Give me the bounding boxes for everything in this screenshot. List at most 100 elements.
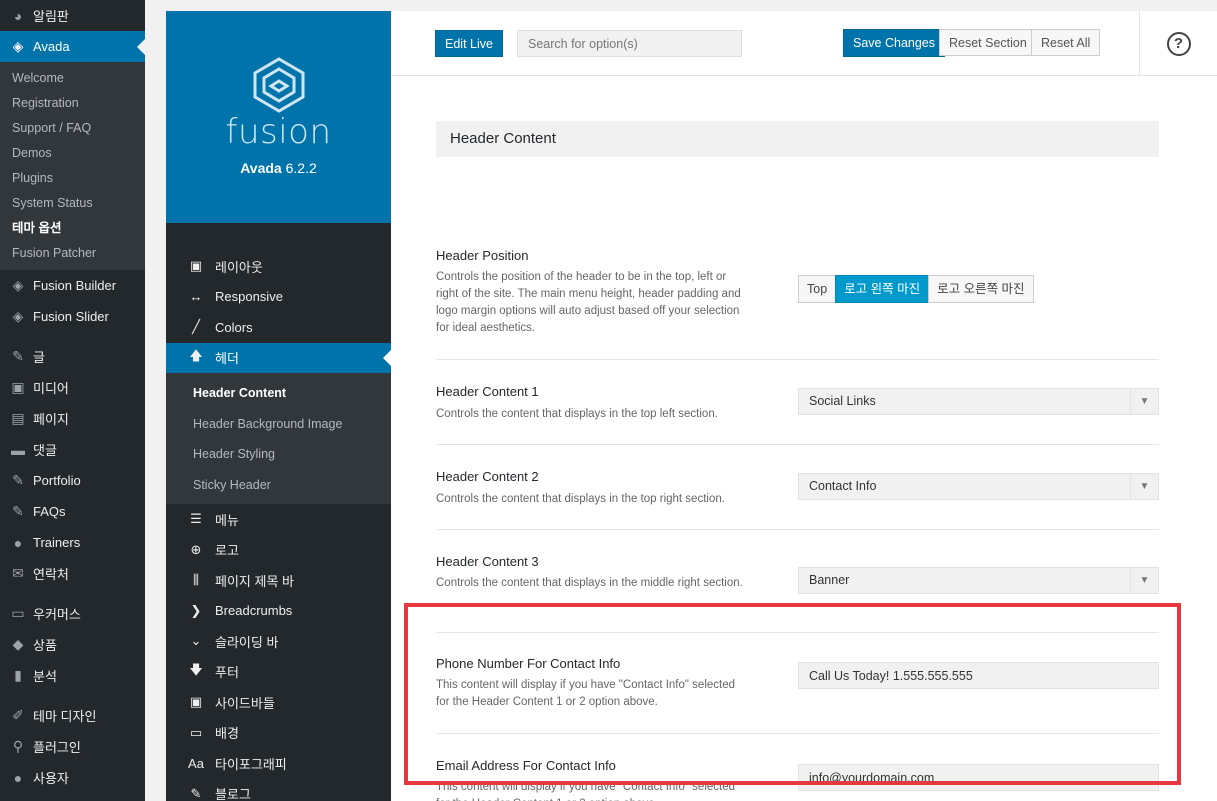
- menu-item-responsive[interactable]: ↔ Responsive: [166, 282, 391, 313]
- menu-item-item-wp-b1-0[interactable]: ✎ 글: [0, 341, 145, 372]
- menu-item-label: 사이드바들: [215, 695, 275, 711]
- submenu-item-header-background-image[interactable]: Header Background Image: [166, 409, 391, 440]
- plus-circle-icon: ⊕: [190, 541, 202, 557]
- wp-submenu-avada: Welcome Registration Support / FAQ Demos Plu…: [0, 62, 145, 270]
- typography-icon: Aa: [188, 755, 204, 771]
- option-description: This content will display if you have "C…: [436, 781, 736, 801]
- chevron-down-icon: ⌄: [190, 633, 202, 649]
- user-icon: ●: [13, 769, 23, 786]
- reset-section-button[interactable]: Reset Section: [939, 29, 1037, 56]
- menu-item-label: 타이포그래피: [215, 756, 287, 772]
- wp-menu-top: ◕ 알림판 ◈ Avada: [0, 0, 145, 62]
- arrow-down-icon: 🡇: [189, 661, 203, 677]
- menu-item-faqs[interactable]: ✎ FAQs: [0, 496, 145, 527]
- menu-item-label: 푸터: [215, 665, 239, 681]
- submenu-item-fusion-patcher[interactable]: Fusion Patcher: [0, 241, 145, 266]
- menu-item-item-wp-b3-0[interactable]: ✐ 테마 디자인: [0, 700, 145, 731]
- menu-item-item-wp-b1-7[interactable]: ✉ 연락처: [0, 558, 145, 589]
- menu-item-trainers[interactable]: ● Trainers: [0, 527, 145, 558]
- menu-item-breadcrumbs[interactable]: ❯ Breadcrumbs: [166, 596, 391, 627]
- menu-item-label: 메뉴: [215, 512, 239, 528]
- menu-item-item-wp-top-0[interactable]: ◕ 알림판: [0, 0, 145, 31]
- help-icon[interactable]: ?: [1166, 31, 1191, 56]
- pin-icon: ✎: [12, 348, 24, 364]
- menu-item-label: 댓글: [33, 443, 57, 458]
- menu-item-item-wp-b2-0[interactable]: ▭ 우커머스: [0, 598, 145, 629]
- header-content-3-select[interactable]: Banner ▼: [798, 567, 1159, 594]
- menu-item-item-p-a-0[interactable]: ▣ 레이아웃: [166, 251, 391, 282]
- header-content-1-select[interactable]: Social Links ▼: [798, 388, 1159, 415]
- edit-icon: ✎: [190, 785, 202, 801]
- edit-live-button[interactable]: Edit Live: [435, 30, 503, 57]
- menu-item-item-wp-b3-1[interactable]: ⚲ 플러그인: [0, 731, 145, 762]
- menu-item-label: 우커머스: [33, 607, 81, 622]
- menu-item-fusion-slider[interactable]: ◈ Fusion Slider: [0, 301, 145, 332]
- menu-item-item-wp-b1-1[interactable]: ▣ 미디어: [0, 372, 145, 403]
- header-position-option-1[interactable]: 로고 왼쪽 마진: [835, 275, 930, 303]
- arrow-up-icon: 🡅: [189, 347, 203, 363]
- menu-item-item-p-b-1[interactable]: ⊕ 로고: [166, 535, 391, 566]
- menu-item-colors[interactable]: ╱ Colors: [166, 312, 391, 343]
- avada-icon: ◈: [12, 38, 24, 54]
- options-menu-bottom: ☰ 메뉴 ⊕ 로고 ⫼ 페이지 제목 바 ❯ Breadcrumbs ⌄ 슬라이딩 바 🡇 푸터 ▣ 사이…: [166, 504, 391, 801]
- mail-icon: ✉: [12, 565, 24, 581]
- menu-item-item-wp-b2-2[interactable]: ▮ 분석: [0, 660, 145, 691]
- save-changes-button[interactable]: Save Changes: [843, 29, 946, 57]
- option-description: Controls the content that displays in th…: [436, 408, 718, 420]
- help-area: ?: [1139, 11, 1217, 76]
- wp-menu-mid: ◈ Fusion Builder ◈ Fusion Slider: [0, 270, 145, 332]
- brush-icon: ✐: [12, 707, 24, 723]
- arrows-horizontal-icon: ↔: [189, 289, 203, 305]
- header-content-2-select[interactable]: Contact Info ▼: [798, 473, 1159, 500]
- menu-item-item-p-b-4[interactable]: ⌄ 슬라이딩 바: [166, 626, 391, 657]
- option-header-position: Header Position Controls the position of…: [436, 157, 1159, 360]
- search-options-input[interactable]: [517, 30, 742, 57]
- layout-icon: ▣: [189, 258, 203, 274]
- menu-item-item-wp-b3-2[interactable]: ● 사용자: [0, 762, 145, 793]
- menu-item-item-p-b-7[interactable]: ▭ 배경: [166, 718, 391, 749]
- menu-item-item-p-b-0[interactable]: ☰ 메뉴: [166, 504, 391, 535]
- submenu-item-header-content[interactable]: Header Content: [166, 378, 391, 409]
- options-submenu-header: Header Content Header Background Image Hea…: [166, 373, 391, 504]
- fusion-logo-icon: [253, 57, 304, 113]
- submenu-item-item-wp-sub-6[interactable]: 테마 옵션: [0, 216, 145, 241]
- submenu-item-demos[interactable]: Demos: [0, 141, 145, 166]
- submenu-item-welcome[interactable]: Welcome: [0, 66, 145, 91]
- menu-item-item-wp-b2-1[interactable]: ◆ 상품: [0, 629, 145, 660]
- menu-item-label: 헤더: [215, 351, 239, 367]
- menu-item-label: 페이지: [33, 412, 69, 427]
- menu-item-item-p-b-5[interactable]: 🡇 푸터: [166, 657, 391, 688]
- phone-number-input[interactable]: [798, 662, 1159, 689]
- wp-admin-sidebar: ◕ 알림판 ◈ Avada Welcome Registration Support / …: [0, 0, 145, 801]
- menu-item-item-p-b-2[interactable]: ⫼ 페이지 제목 바: [166, 565, 391, 596]
- submenu-item-support-faq[interactable]: Support / FAQ: [0, 116, 145, 141]
- menu-item-item-p-b-8[interactable]: Aa 타이포그래피: [166, 748, 391, 779]
- menu-item-item-p-b-9[interactable]: ✎ 블로그: [166, 779, 391, 801]
- menu-item-item-wp-b1-3[interactable]: ▬ 댓글: [0, 434, 145, 465]
- option-email-address: Email Address For Contact Info This cont…: [436, 734, 1159, 801]
- chevron-right-icon: ❯: [190, 602, 202, 618]
- dashboard-icon: ◕: [13, 7, 23, 24]
- header-position-option-0[interactable]: Top: [798, 275, 837, 303]
- email-address-input[interactable]: [798, 764, 1159, 791]
- menu-item-label: Responsive: [215, 289, 283, 305]
- menu-item-item-p-b-6[interactable]: ▣ 사이드바들: [166, 687, 391, 718]
- reset-all-button[interactable]: Reset All: [1031, 29, 1101, 56]
- submenu-item-plugins[interactable]: Plugins: [0, 166, 145, 191]
- submenu-item-registration[interactable]: Registration: [0, 91, 145, 116]
- options-sidebar: fusion Avada 6.2.2 ▣ 레이아웃 ↔ Responsive ╱ Colo…: [166, 11, 391, 801]
- menu-item-item-p-a-3[interactable]: 🡅 헤더: [166, 342, 391, 373]
- option-header-content-3: Header Content 3 Controls the content th…: [436, 530, 1159, 633]
- submenu-item-system-status[interactable]: System Status: [0, 191, 145, 216]
- header-position-option-2[interactable]: 로고 오른쪽 마진: [928, 275, 1034, 303]
- submenu-item-sticky-header[interactable]: Sticky Header: [166, 470, 391, 501]
- menu-item-avada[interactable]: ◈ Avada: [0, 31, 145, 62]
- option-label: Header Position: [436, 248, 529, 263]
- option-header-content-2: Header Content 2 Controls the content th…: [436, 445, 1159, 530]
- menu-item-portfolio[interactable]: ✎ Portfolio: [0, 465, 145, 496]
- menu-item-fusion-builder[interactable]: ◈ Fusion Builder: [0, 270, 145, 301]
- submenu-item-header-styling[interactable]: Header Styling: [166, 439, 391, 470]
- menu-item-label: 슬라이딩 바: [215, 634, 279, 650]
- menu-item-item-wp-b1-2[interactable]: ▤ 페이지: [0, 403, 145, 434]
- menu-item-label: 로고: [215, 543, 239, 559]
